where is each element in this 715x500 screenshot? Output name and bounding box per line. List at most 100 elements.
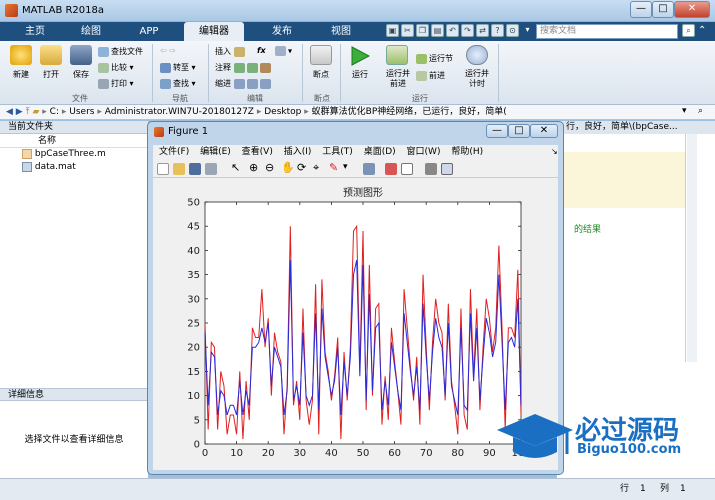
back-forward-icon[interactable]: ⇦ ⇨ (160, 46, 176, 55)
menu-edit[interactable]: 编辑(E) (200, 147, 231, 157)
comment-button[interactable]: 注释 (215, 62, 273, 73)
menu-insert[interactable]: 插入(I) (284, 147, 312, 157)
address-dropdown-icon[interactable]: ▾ (682, 106, 687, 116)
pan-icon[interactable]: ✋ (281, 161, 295, 174)
close-button[interactable]: ✕ (674, 1, 710, 18)
tab-apps[interactable]: APP (124, 22, 174, 41)
y-tick-label: 45 (187, 222, 200, 233)
save-quick-icon[interactable]: ▣ (386, 24, 399, 37)
paste-quick-icon[interactable]: ▤ (431, 24, 444, 37)
tab-editor[interactable]: 编辑器 (184, 22, 244, 41)
up-folder-icon[interactable]: ⤒ (26, 107, 30, 117)
ribbon-minimize-icon[interactable]: ⌃ (698, 25, 706, 36)
comment-icon (233, 62, 245, 73)
indent-button[interactable]: 缩进 (215, 78, 273, 89)
copy-quick-icon[interactable]: ❐ (416, 24, 429, 37)
breakpoints-button[interactable]: 断点 (305, 69, 337, 80)
brush-dropdown-icon[interactable]: ▾ (343, 162, 348, 172)
minimize-button[interactable]: — (630, 1, 652, 18)
open-button[interactable]: 打开 (36, 69, 66, 80)
file-row[interactable]: bpCaseThree.m (0, 148, 148, 161)
figure-close-button[interactable]: ✕ (530, 124, 558, 138)
search-icon[interactable]: ⌕ (682, 24, 695, 37)
address-search-icon[interactable]: ⌕ (698, 106, 703, 116)
show-plot-tools-icon[interactable] (441, 163, 453, 175)
run-time-button[interactable]: 运行并 计时 (459, 69, 495, 89)
breadcrumb-project-folder[interactable]: 蚁群算法优化BP神经网络，已运行，良好，简单( (312, 107, 507, 117)
goto-button[interactable]: 转至 ▾ (160, 62, 196, 73)
editor-area[interactable]: 行，良好，简单\(bpCase... 的结果 (557, 121, 715, 362)
run-button[interactable]: 运行 (344, 69, 376, 80)
menu-view[interactable]: 查看(V) (242, 147, 273, 157)
breadcrumb-users[interactable]: Users (69, 107, 94, 117)
new-button[interactable]: 新建 (6, 69, 36, 80)
run-advance-button[interactable]: 运行并 前进 (378, 69, 418, 89)
menu-file[interactable]: 文件(F) (159, 147, 189, 157)
quick-dropdown-icon[interactable]: ▾ (521, 24, 534, 37)
print-figure-icon[interactable] (205, 163, 217, 175)
legend-icon[interactable] (401, 163, 413, 175)
pointer-icon[interactable]: ↖ (231, 161, 240, 174)
run-advance-icon[interactable] (386, 45, 408, 65)
save-figure-icon[interactable] (189, 163, 201, 175)
save-button[interactable]: 保存 (66, 69, 96, 80)
save-icon[interactable] (70, 45, 92, 65)
brush-icon[interactable]: ✎ (329, 161, 338, 174)
find-button[interactable]: 查找 ▾ (160, 78, 196, 89)
breadcrumb-c[interactable]: C: (50, 107, 59, 117)
undo-quick-icon[interactable]: ↶ (446, 24, 459, 37)
open-file-icon[interactable] (173, 163, 185, 175)
print-button[interactable]: 打印 ▾ (98, 78, 134, 89)
colorbar-icon[interactable] (385, 163, 397, 175)
new-icon[interactable] (10, 45, 32, 65)
name-column-header[interactable]: 名称 (0, 134, 148, 148)
file-row[interactable]: data.mat (0, 161, 148, 174)
rotate-icon[interactable]: ⟳ (297, 161, 306, 174)
switch-window-icon[interactable]: ⇄ (476, 24, 489, 37)
compare-button[interactable]: 比较 ▾ (98, 62, 134, 73)
insert-button[interactable]: 插入 (215, 46, 247, 57)
tab-home[interactable]: 主页 (10, 22, 60, 41)
fx-button[interactable]: fx (257, 46, 266, 55)
address-bar[interactable]: ◀ ▶ ⤒ ▰ ▸ C: ▸ Users ▸ Administrator.WIN… (0, 105, 715, 120)
hide-plot-tools-icon[interactable] (425, 163, 437, 175)
open-folder-icon[interactable] (40, 45, 62, 65)
figure-maximize-button[interactable]: □ (508, 124, 530, 138)
find-files-button[interactable]: 查找文件 (98, 46, 143, 57)
breadcrumb-administrator[interactable]: Administrator.WIN7U-20180127Z (105, 107, 254, 117)
data-cursor-icon[interactable]: ⌖ (313, 161, 319, 175)
zoom-in-icon[interactable]: ⊕ (249, 161, 258, 174)
editor-scrollbar[interactable] (687, 134, 697, 362)
format-icon[interactable]: ▾ (275, 46, 292, 56)
cut-quick-icon[interactable]: ✂ (401, 24, 414, 37)
menu-desktop[interactable]: 桌面(D) (364, 147, 396, 157)
search-docs-input[interactable]: 搜索文档 (536, 24, 678, 39)
new-figure-icon[interactable] (157, 163, 169, 175)
editor-tab[interactable]: 行，良好，简单\(bpCase... (557, 121, 715, 134)
menu-help[interactable]: 帮助(H) (451, 147, 483, 157)
menu-tools[interactable]: 工具(T) (322, 147, 353, 157)
expand-quick-icon[interactable]: ⊙ (506, 24, 519, 37)
run-group-label: 运行 (412, 94, 428, 103)
browse-folder-icon[interactable]: ▰ (32, 107, 39, 117)
run-time-icon[interactable] (466, 45, 488, 65)
menu-dock-icon[interactable]: ↘ (551, 147, 558, 156)
figure-minimize-button[interactable]: — (486, 124, 508, 138)
tab-publish[interactable]: 发布 (254, 22, 310, 41)
breakpoints-icon[interactable] (310, 45, 332, 65)
advance-button[interactable]: 前进 (416, 70, 445, 81)
forward-arrow-icon[interactable]: ▶ (16, 107, 23, 117)
run-section-button[interactable]: 运行节 (416, 53, 453, 64)
back-arrow-icon[interactable]: ◀ (6, 107, 13, 117)
menu-window[interactable]: 窗口(W) (407, 147, 441, 157)
maximize-button[interactable]: □ (652, 1, 674, 18)
breadcrumb-desktop[interactable]: Desktop (264, 107, 301, 117)
x-tick-label: 50 (357, 448, 370, 459)
redo-quick-icon[interactable]: ↷ (461, 24, 474, 37)
tab-view[interactable]: 视图 (316, 22, 366, 41)
zoom-out-icon[interactable]: ⊖ (265, 161, 274, 174)
link-plot-icon[interactable] (363, 163, 375, 175)
run-icon[interactable] (349, 45, 371, 67)
help-quick-icon[interactable]: ? (491, 24, 504, 37)
tab-plots[interactable]: 绘图 (66, 22, 116, 41)
